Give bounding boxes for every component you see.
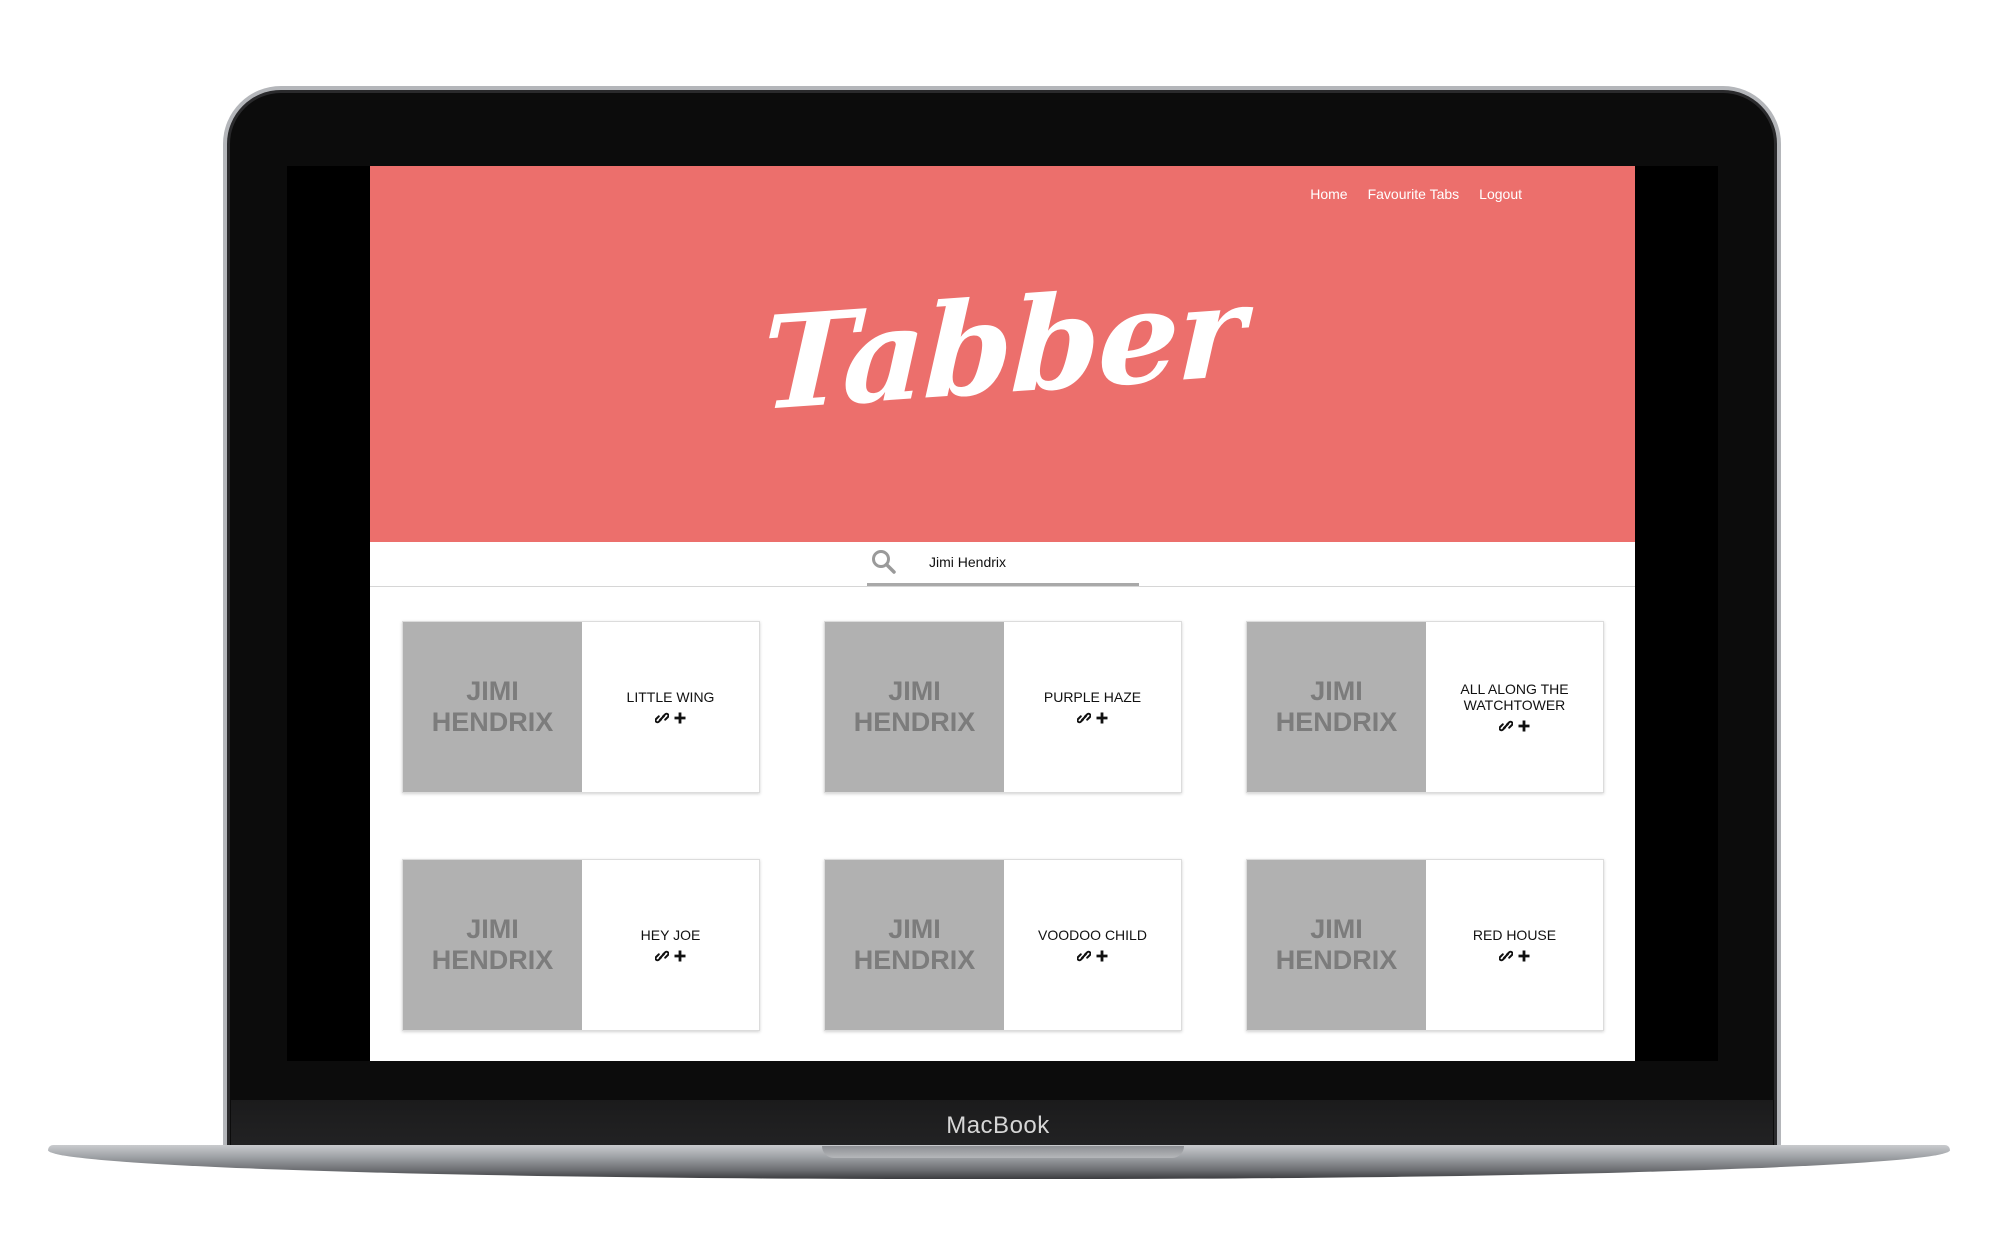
artist-artwork: JIMI HENDRIX — [403, 860, 582, 1030]
add-favourite-icon[interactable] — [673, 711, 687, 725]
artist-artwork: JIMI HENDRIX — [825, 860, 1004, 1030]
add-favourite-icon[interactable] — [1517, 719, 1531, 733]
top-nav: Home Favourite Tabs Logout — [1310, 186, 1522, 202]
link-icon[interactable] — [1498, 949, 1513, 963]
song-card[interactable]: JIMI HENDRIX VOODOO CHILD — [824, 859, 1182, 1031]
song-card[interactable]: JIMI HENDRIX LITTLE WING — [402, 621, 760, 793]
artist-name-line: HENDRIX — [1275, 707, 1398, 737]
link-icon[interactable] — [1498, 719, 1513, 733]
artist-name-line: JIMI — [888, 914, 941, 944]
song-info: ALL ALONG THE WATCHTOWER — [1426, 622, 1603, 792]
song-info: RED HOUSE — [1426, 860, 1603, 1030]
link-icon[interactable] — [654, 949, 669, 963]
song-title-line: PURPLE HAZE — [1043, 689, 1142, 705]
artist-artwork: JIMI HENDRIX — [403, 622, 582, 792]
artist-name-line: HENDRIX — [853, 707, 976, 737]
add-favourite-icon[interactable] — [1095, 949, 1109, 963]
artist-name-line: JIMI — [466, 914, 519, 944]
artist-name-line: HENDRIX — [431, 945, 554, 975]
search-box — [867, 542, 1139, 586]
song-info: VOODOO CHILD — [1004, 860, 1181, 1030]
laptop-hinge-notch — [822, 1146, 1184, 1158]
artist-name-line: JIMI — [466, 676, 519, 706]
song-title-line: VOODOO CHILD — [1038, 927, 1147, 943]
song-card[interactable]: JIMI HENDRIX ALL ALONG THE WATCHTOWER — [1246, 621, 1604, 793]
song-info: HEY JOE — [582, 860, 759, 1030]
card-actions — [1498, 949, 1531, 963]
song-title: LITTLE WING — [627, 689, 715, 705]
search-icon[interactable] — [871, 549, 897, 575]
nav-favourite-tabs-link[interactable]: Favourite Tabs — [1368, 186, 1460, 202]
song-card[interactable]: JIMI HENDRIX HEY JOE — [402, 859, 760, 1031]
song-info: PURPLE HAZE — [1004, 622, 1181, 792]
song-card[interactable]: JIMI HENDRIX PURPLE HAZE — [824, 621, 1182, 793]
add-favourite-icon[interactable] — [1517, 949, 1531, 963]
artist-name-line: JIMI — [1310, 676, 1363, 706]
card-actions — [1076, 949, 1109, 963]
song-title-line: LITTLE WING — [626, 689, 715, 705]
artist-name-line: HENDRIX — [853, 945, 976, 975]
artist-artwork: JIMI HENDRIX — [825, 622, 1004, 792]
search-input[interactable] — [927, 550, 1131, 574]
song-title: HEY JOE — [641, 927, 701, 943]
song-title-line: HEY JOE — [640, 927, 701, 943]
song-title-line: WATCHTOWER — [1463, 697, 1566, 713]
song-title: ALL ALONG THE WATCHTOWER — [1460, 681, 1568, 713]
artist-artwork: JIMI HENDRIX — [1247, 860, 1426, 1030]
add-favourite-icon[interactable] — [673, 949, 687, 963]
search-bar — [370, 542, 1635, 587]
card-actions — [1076, 711, 1109, 725]
artist-name-line: JIMI — [1310, 914, 1363, 944]
song-info: LITTLE WING — [582, 622, 759, 792]
laptop-brand-label: MacBook — [946, 1112, 1050, 1139]
song-title-line: ALL ALONG THE — [1460, 681, 1569, 697]
app-logo: Tabber — [759, 255, 1246, 441]
link-icon[interactable] — [1076, 949, 1091, 963]
nav-logout-link[interactable]: Logout — [1479, 186, 1522, 202]
song-title: VOODOO CHILD — [1038, 927, 1147, 943]
artist-name-line: HENDRIX — [1275, 945, 1398, 975]
results-grid: JIMI HENDRIX LITTLE WING JIMI HENDRIX PU… — [402, 621, 1604, 1031]
tabber-app: Home Favourite Tabs Logout Tabber JIMI H… — [370, 166, 1635, 1061]
artist-name-line: HENDRIX — [431, 707, 554, 737]
song-card[interactable]: JIMI HENDRIX RED HOUSE — [1246, 859, 1604, 1031]
card-actions — [654, 949, 687, 963]
song-title: RED HOUSE — [1473, 927, 1556, 943]
song-title: PURPLE HAZE — [1044, 689, 1141, 705]
nav-home-link[interactable]: Home — [1310, 186, 1347, 202]
hero-header: Home Favourite Tabs Logout Tabber — [370, 166, 1635, 542]
add-favourite-icon[interactable] — [1095, 711, 1109, 725]
card-actions — [1498, 719, 1531, 733]
link-icon[interactable] — [654, 711, 669, 725]
artist-name-line: JIMI — [888, 676, 941, 706]
song-title-line: RED HOUSE — [1472, 927, 1557, 943]
card-actions — [654, 711, 687, 725]
link-icon[interactable] — [1076, 711, 1091, 725]
artist-artwork: JIMI HENDRIX — [1247, 622, 1426, 792]
